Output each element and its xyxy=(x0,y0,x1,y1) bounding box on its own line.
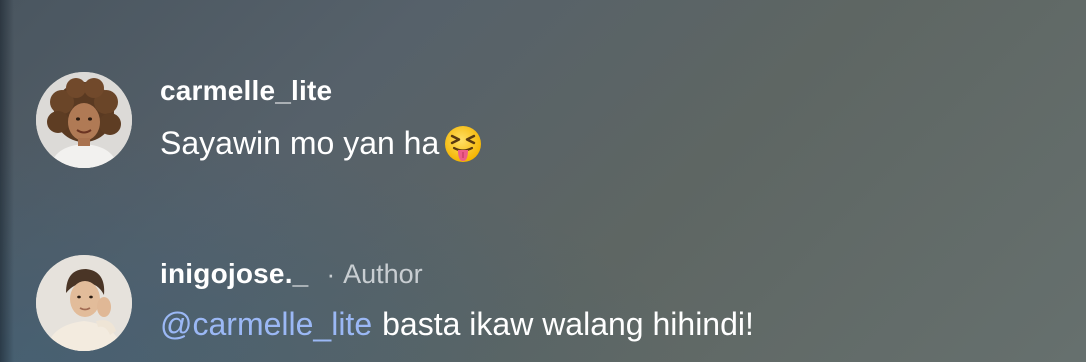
squinting-face-with-tongue-icon xyxy=(443,124,483,164)
avatar[interactable] xyxy=(36,72,132,168)
comment-text: @carmelle_lite basta ikaw walang hihindi… xyxy=(160,306,754,343)
comment-header: inigojose._ · Author xyxy=(160,258,754,294)
comment-body: carmelle_lite Sayawin mo yan ha xyxy=(160,72,483,163)
comment-message: basta ikaw walang hihindi! xyxy=(382,306,754,342)
mention-link[interactable]: @carmelle_lite xyxy=(160,306,372,343)
author-badge: Author xyxy=(343,259,423,289)
comment-item[interactable]: carmelle_lite Sayawin mo yan ha xyxy=(36,72,483,168)
avatar[interactable] xyxy=(36,255,132,351)
comment-item[interactable]: inigojose._ · Author @carmelle_lite bast… xyxy=(36,255,754,351)
separator-dot: · xyxy=(326,259,336,289)
comment-body: inigojose._ · Author @carmelle_lite bast… xyxy=(160,255,754,343)
background-edge xyxy=(0,0,14,362)
username[interactable]: inigojose._ xyxy=(160,258,308,290)
username[interactable]: carmelle_lite xyxy=(160,75,332,107)
comment-text: Sayawin mo yan ha xyxy=(160,123,483,163)
comment-header: carmelle_lite xyxy=(160,75,483,111)
comment-message: Sayawin mo yan ha xyxy=(160,124,440,161)
